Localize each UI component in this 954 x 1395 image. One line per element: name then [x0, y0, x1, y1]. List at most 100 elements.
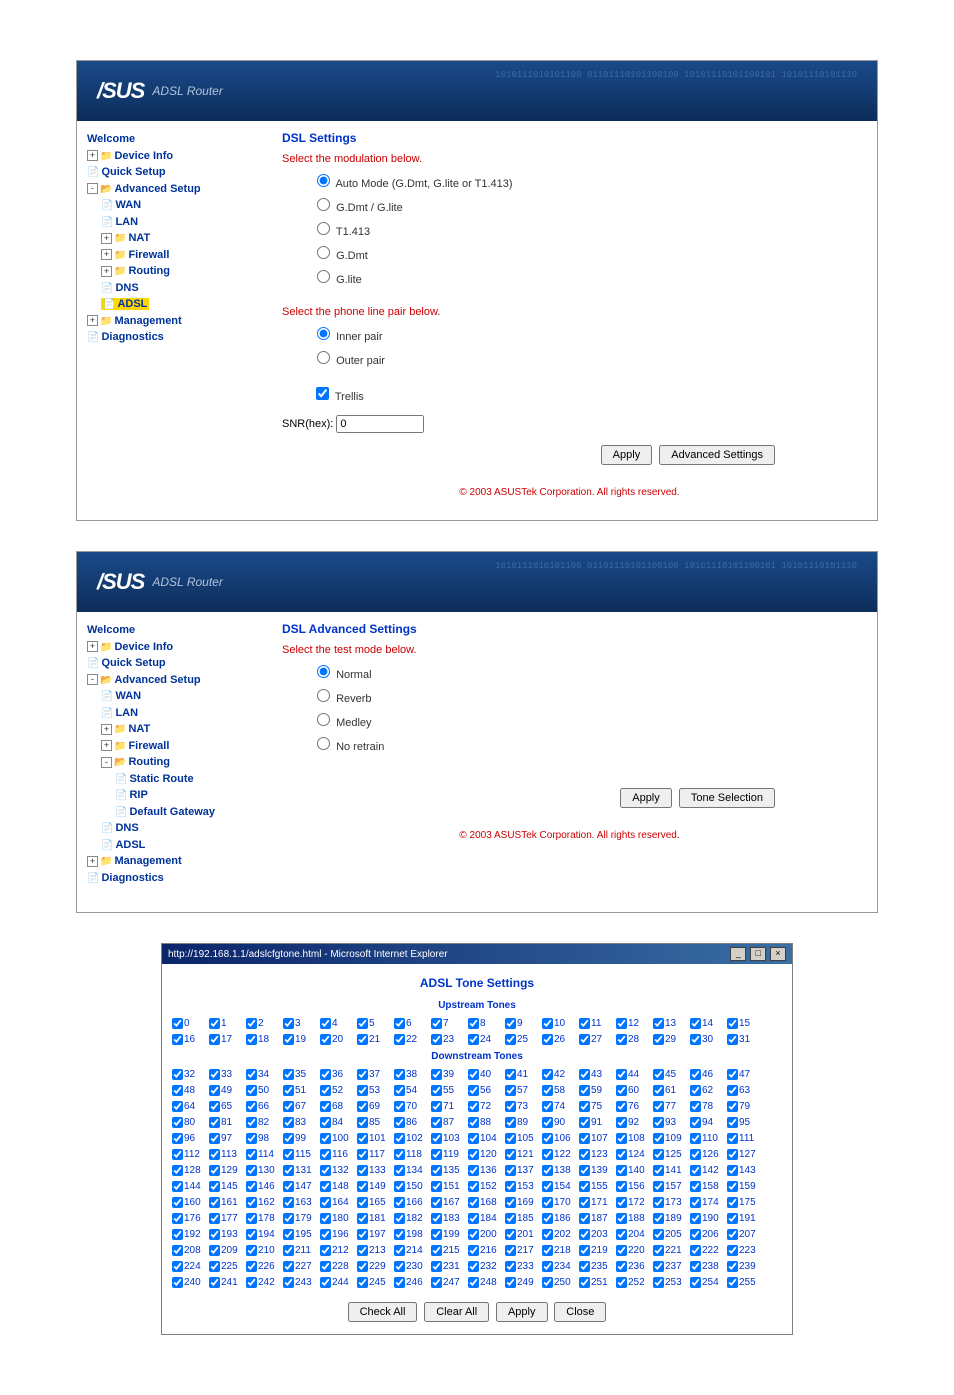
tone-187-checkbox[interactable] [579, 1213, 590, 1224]
tone-30-checkbox[interactable] [690, 1034, 701, 1045]
tone-199[interactable]: 199 [431, 1226, 468, 1242]
tone-179-checkbox[interactable] [283, 1213, 294, 1224]
collapse-icon[interactable]: - [87, 183, 98, 194]
tone-83-checkbox[interactable] [283, 1117, 294, 1128]
tone-34[interactable]: 34 [246, 1066, 283, 1082]
tone-133[interactable]: 133 [357, 1162, 394, 1178]
tone-6-checkbox[interactable] [394, 1018, 405, 1029]
tone-59-checkbox[interactable] [579, 1085, 590, 1096]
nav-nat[interactable]: NAT [114, 232, 150, 244]
tone-168[interactable]: 168 [468, 1194, 505, 1210]
tone-14[interactable]: 14 [690, 1015, 727, 1031]
tone-140[interactable]: 140 [616, 1162, 653, 1178]
tone-244[interactable]: 244 [320, 1274, 357, 1290]
tone-144-checkbox[interactable] [172, 1181, 183, 1192]
minimize-icon[interactable]: _ [730, 947, 746, 961]
tone-125[interactable]: 125 [653, 1146, 690, 1162]
nav-quick-setup[interactable]: Quick Setup [87, 166, 166, 178]
tone-248[interactable]: 248 [468, 1274, 505, 1290]
tone-227-checkbox[interactable] [283, 1261, 294, 1272]
tone-21-checkbox[interactable] [357, 1034, 368, 1045]
tone-106-checkbox[interactable] [542, 1133, 553, 1144]
nav-static-route[interactable]: Static Route [115, 773, 194, 785]
tone-202[interactable]: 202 [542, 1226, 579, 1242]
tone-29-checkbox[interactable] [653, 1034, 664, 1045]
tone-150[interactable]: 150 [394, 1178, 431, 1194]
tone-101[interactable]: 101 [357, 1130, 394, 1146]
tone-205[interactable]: 205 [653, 1226, 690, 1242]
nav-device-info[interactable]: Device Info [100, 150, 173, 162]
tone-68[interactable]: 68 [320, 1098, 357, 1114]
tone-178-checkbox[interactable] [246, 1213, 257, 1224]
tone-89-checkbox[interactable] [505, 1117, 516, 1128]
tone-23[interactable]: 23 [431, 1031, 468, 1047]
tone-113-checkbox[interactable] [209, 1149, 220, 1160]
tone-68-checkbox[interactable] [320, 1101, 331, 1112]
tone-108-checkbox[interactable] [616, 1133, 627, 1144]
tone-87[interactable]: 87 [431, 1114, 468, 1130]
tone-98-checkbox[interactable] [246, 1133, 257, 1144]
tone-222-checkbox[interactable] [690, 1245, 701, 1256]
tone-33[interactable]: 33 [209, 1066, 246, 1082]
tone-118[interactable]: 118 [394, 1146, 431, 1162]
close-button[interactable]: Close [554, 1302, 606, 1322]
tone-52-checkbox[interactable] [320, 1085, 331, 1096]
tone-193[interactable]: 193 [209, 1226, 246, 1242]
tone-89[interactable]: 89 [505, 1114, 542, 1130]
tone-163-checkbox[interactable] [283, 1197, 294, 1208]
tone-194-checkbox[interactable] [246, 1229, 257, 1240]
tone-66-checkbox[interactable] [246, 1101, 257, 1112]
tone-93-checkbox[interactable] [653, 1117, 664, 1128]
tone-246-checkbox[interactable] [394, 1277, 405, 1288]
tone-95[interactable]: 95 [727, 1114, 764, 1130]
tone-110[interactable]: 110 [690, 1130, 727, 1146]
tone-176[interactable]: 176 [172, 1210, 209, 1226]
tone-81[interactable]: 81 [209, 1114, 246, 1130]
tone-161-checkbox[interactable] [209, 1197, 220, 1208]
tone-61-checkbox[interactable] [653, 1085, 664, 1096]
close-icon[interactable]: × [770, 947, 786, 961]
tone-12[interactable]: 12 [616, 1015, 653, 1031]
tone-133-checkbox[interactable] [357, 1165, 368, 1176]
tone-194[interactable]: 194 [246, 1226, 283, 1242]
tone-233-checkbox[interactable] [505, 1261, 516, 1272]
tone-65[interactable]: 65 [209, 1098, 246, 1114]
tone-50-checkbox[interactable] [246, 1085, 257, 1096]
tone-225-checkbox[interactable] [209, 1261, 220, 1272]
tone-145-checkbox[interactable] [209, 1181, 220, 1192]
tone-172-checkbox[interactable] [616, 1197, 627, 1208]
tone-21[interactable]: 21 [357, 1031, 394, 1047]
nav-nat[interactable]: NAT [114, 723, 150, 735]
nav-adsl[interactable]: ADSL [101, 839, 145, 851]
tone-37[interactable]: 37 [357, 1066, 394, 1082]
tone-191-checkbox[interactable] [727, 1213, 738, 1224]
tone-56-checkbox[interactable] [468, 1085, 479, 1096]
tone-17-checkbox[interactable] [209, 1034, 220, 1045]
tone-93[interactable]: 93 [653, 1114, 690, 1130]
tone-57[interactable]: 57 [505, 1082, 542, 1098]
tone-156-checkbox[interactable] [616, 1181, 627, 1192]
tone-137[interactable]: 137 [505, 1162, 542, 1178]
tone-0[interactable]: 0 [172, 1015, 209, 1031]
tone-237-checkbox[interactable] [653, 1261, 664, 1272]
maximize-icon[interactable]: □ [750, 947, 766, 961]
tone-71-checkbox[interactable] [431, 1101, 442, 1112]
tone-115[interactable]: 115 [283, 1146, 320, 1162]
tone-187[interactable]: 187 [579, 1210, 616, 1226]
tone-230[interactable]: 230 [394, 1258, 431, 1274]
tone-85[interactable]: 85 [357, 1114, 394, 1130]
tone-35[interactable]: 35 [283, 1066, 320, 1082]
tone-58[interactable]: 58 [542, 1082, 579, 1098]
tone-26-checkbox[interactable] [542, 1034, 553, 1045]
tone-240-checkbox[interactable] [172, 1277, 183, 1288]
tone-38[interactable]: 38 [394, 1066, 431, 1082]
tone-90-checkbox[interactable] [542, 1117, 553, 1128]
tone-213-checkbox[interactable] [357, 1245, 368, 1256]
tone-124-checkbox[interactable] [616, 1149, 627, 1160]
tone-148[interactable]: 148 [320, 1178, 357, 1194]
tone-18-checkbox[interactable] [246, 1034, 257, 1045]
tone-102[interactable]: 102 [394, 1130, 431, 1146]
tone-34-checkbox[interactable] [246, 1069, 257, 1080]
tone-48-checkbox[interactable] [172, 1085, 183, 1096]
radio-auto-input[interactable] [317, 174, 330, 187]
